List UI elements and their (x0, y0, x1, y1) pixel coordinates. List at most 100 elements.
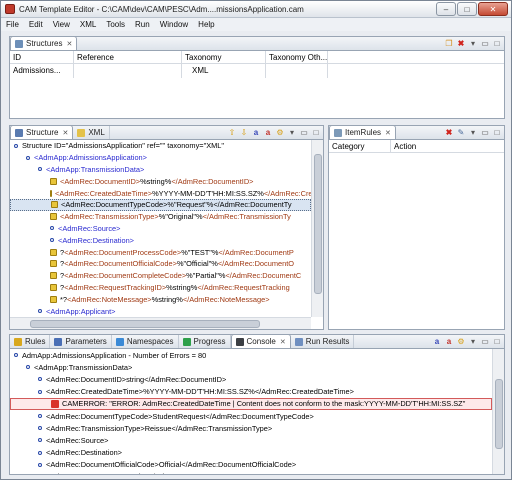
column-header[interactable]: ID (10, 51, 74, 63)
tab-namespaces[interactable]: Namespaces (112, 335, 179, 348)
attribute-node-icon (50, 260, 57, 268)
vertical-scrollbar[interactable] (311, 140, 323, 317)
rule-icon[interactable]: ⚙ (275, 128, 285, 138)
tab-structures[interactable]: Structures ✕ (10, 36, 78, 50)
add-attribute-icon[interactable]: a (251, 128, 261, 138)
minimize-view-icon[interactable]: ▭ (480, 337, 490, 347)
tree-node[interactable]: <AdmRec:DocumentID> %string% </AdmRec:Docu… (10, 175, 311, 187)
minimize-view-icon[interactable]: ▭ (480, 128, 490, 138)
result-text: <AdmRec:DocumentTypeCode>StudentRequest<… (46, 411, 314, 421)
tree-node[interactable]: ? <AdmRec:DocumentCompleteCode> %"Partial… (10, 270, 311, 282)
tree-node[interactable]: <AdmRec:DocumentTypeCode>%"Request"%</Ad… (10, 198, 311, 211)
maximize-view-icon[interactable]: □ (492, 337, 502, 347)
result-node[interactable]: <AdmRec:DocumentOfficialCode>Official</A… (10, 459, 492, 471)
error-message-row[interactable]: CAMERROR: "ERROR: AdmRec:CreatedDateTime… (10, 397, 492, 410)
tree-node[interactable]: <AdmRec:TransmissionType> %"Original"% </A… (10, 211, 311, 223)
menu-view[interactable]: View (48, 20, 75, 29)
tree-node[interactable]: <AdmRec:CreatedDateTime> %YYYY-MM-DD'T'HH… (10, 187, 311, 199)
delete-rule-icon[interactable]: ✖ (444, 128, 454, 138)
scroll-thumb[interactable] (495, 379, 503, 449)
tree-node[interactable]: Structure ID="AdmissionsApplication" ref… (10, 140, 311, 152)
result-node[interactable]: <AdmRec:Source> (10, 434, 492, 446)
close-tab-icon[interactable]: ✕ (66, 40, 72, 48)
tab-item-rules[interactable]: ItemRules ✕ (329, 125, 396, 139)
tab-console[interactable]: Console ✕ (230, 334, 291, 348)
close-tab-icon[interactable]: ✕ (280, 338, 286, 346)
maximize-button[interactable]: □ (457, 2, 477, 16)
column-header[interactable]: Action (391, 140, 504, 152)
column-header[interactable]: Taxonomy Oth... (266, 51, 328, 63)
new-structure-icon[interactable]: ❐ (444, 39, 454, 49)
rule-icon[interactable]: ⚙ (456, 337, 466, 347)
scroll-thumb[interactable] (314, 154, 322, 294)
view-menu-icon[interactable]: ▾ (468, 39, 478, 49)
menu-run[interactable]: Run (130, 20, 155, 29)
element-node-icon (50, 226, 54, 231)
menu-xml[interactable]: XML (75, 20, 101, 29)
result-text: AdmApp:AdmissionsApplication - Number of… (22, 350, 207, 360)
result-node[interactable]: <AdmRec:DocumentID>string</AdmRec:Docume… (10, 373, 492, 385)
result-node[interactable]: <AdmRec:TransmissionType>Reissue</AdmRec… (10, 422, 492, 434)
menu-file[interactable]: File (1, 20, 24, 29)
minimize-button[interactable]: – (436, 2, 456, 16)
close-button[interactable]: ✕ (478, 2, 508, 16)
remove-attribute-icon[interactable]: a (444, 337, 454, 347)
scroll-thumb[interactable] (30, 320, 260, 328)
tree-node[interactable]: <AdmApp:Applicant> (10, 305, 311, 317)
element-node-icon (14, 353, 18, 358)
tree-node[interactable]: <AdmRec:Destination> (10, 234, 311, 246)
column-header[interactable]: Category (329, 140, 391, 152)
move-down-icon[interactable]: ⇩ (239, 128, 249, 138)
result-node[interactable]: <AdmRec:Destination> (10, 447, 492, 459)
result-node[interactable]: <AdmRec:CreatedDateTime>%YYYY-MM-DD'T'HH… (10, 386, 492, 398)
table-cell (74, 64, 182, 78)
tree-node[interactable]: <AdmRec:Source> (10, 223, 311, 235)
menu-window[interactable]: Window (155, 20, 193, 29)
node-text: *? (60, 294, 67, 304)
tab-progress[interactable]: Progress (179, 335, 231, 348)
view-menu-icon[interactable]: ▾ (468, 128, 478, 138)
tab-parameters[interactable]: Parameters (50, 335, 112, 348)
vertical-scrollbar[interactable] (492, 349, 504, 474)
node-text: </AdmRec:TransmissionTy (202, 212, 291, 222)
move-up-icon[interactable]: ⇧ (227, 128, 237, 138)
minimize-view-icon[interactable]: ▭ (299, 128, 309, 138)
menu-tools[interactable]: Tools (101, 20, 130, 29)
view-menu-icon[interactable]: ▾ (287, 128, 297, 138)
tree-node[interactable]: ? <AdmRec:DocumentOfficialCode> %"Officia… (10, 258, 311, 270)
tab-rules[interactable]: Rules (10, 335, 51, 348)
menu-help[interactable]: Help (193, 20, 219, 29)
element-node-icon (14, 143, 18, 148)
tree-node[interactable]: *? <AdmRec:NoteMessage> %string% </AdmRec:… (10, 293, 311, 305)
view-menu-icon[interactable]: ▾ (468, 337, 478, 347)
tab-structure[interactable]: Structure ✕ (10, 125, 74, 139)
maximize-view-icon[interactable]: □ (492, 39, 502, 49)
result-node[interactable]: AdmApp:AdmissionsApplication - Number of… (10, 349, 492, 361)
horizontal-scrollbar[interactable] (10, 317, 311, 329)
node-text: <AdmRec:DocumentID> (60, 176, 141, 186)
close-tab-icon[interactable]: ✕ (385, 129, 391, 137)
tree-node[interactable]: <AdmApp:TransmissionData> (10, 164, 311, 176)
column-header[interactable]: Reference (74, 51, 182, 63)
table-row[interactable]: Admissions... XML (10, 64, 504, 78)
tab-run-results[interactable]: Run Results (291, 335, 355, 348)
close-tab-icon[interactable]: ✕ (62, 129, 68, 137)
maximize-view-icon[interactable]: □ (311, 128, 321, 138)
column-header[interactable]: Taxonomy (182, 51, 266, 63)
remove-attribute-icon[interactable]: a (263, 128, 273, 138)
tree-node[interactable]: <AdmApp:AdmissionsApplication> (10, 152, 311, 164)
tree-node[interactable]: ? <AdmRec:DocumentProcessCode> %"TEST"% </… (10, 246, 311, 258)
add-attribute-icon[interactable]: a (432, 337, 442, 347)
minimize-view-icon[interactable]: ▭ (480, 39, 490, 49)
table-cell: Admissions... (10, 64, 74, 78)
menu-edit[interactable]: Edit (24, 20, 48, 29)
table-cell (328, 64, 504, 78)
tab-xml[interactable]: XML (73, 126, 110, 139)
edit-rule-icon[interactable]: ✎ (456, 128, 466, 138)
delete-icon[interactable]: ✖ (456, 39, 466, 49)
maximize-view-icon[interactable]: □ (492, 128, 502, 138)
result-node[interactable]: <AdmRec:NoteMessage>string</AdmRec:NoteM… (10, 471, 492, 474)
result-node[interactable]: <AdmApp:TransmissionData> (10, 361, 492, 373)
result-node[interactable]: <AdmRec:DocumentTypeCode>StudentRequest<… (10, 410, 492, 422)
tree-node[interactable]: ? <AdmRec:RequestTrackingID> %string% </Ad… (10, 282, 311, 294)
